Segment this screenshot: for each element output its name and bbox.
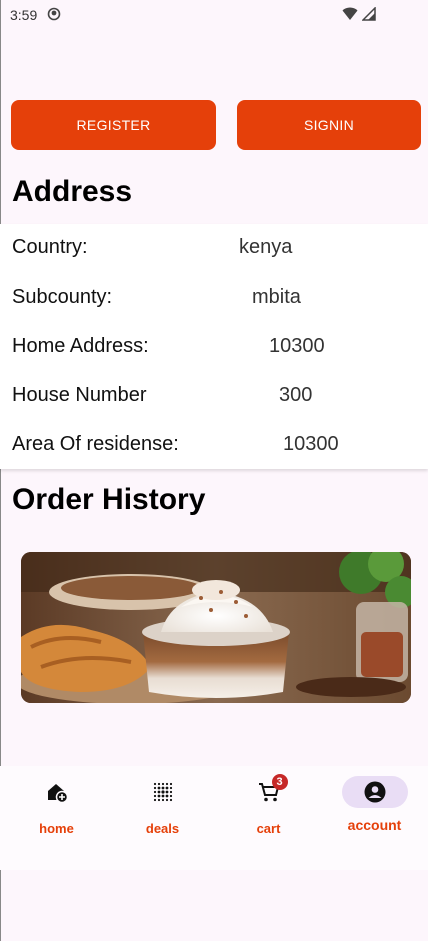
- address-label: House Number: [12, 384, 147, 406]
- nav-item-deals[interactable]: deals: [109, 776, 216, 846]
- cart-icon: 3: [237, 774, 301, 808]
- address-title: Address: [12, 175, 133, 208]
- bottom-navigation: home deals 3 cart account: [0, 766, 428, 870]
- status-time: 3:59: [10, 7, 38, 23]
- address-value: 10300: [269, 335, 325, 357]
- status-bar: 3:59: [0, 0, 428, 30]
- address-label: Home Address:: [12, 335, 149, 357]
- signin-button[interactable]: SIGNIN: [237, 100, 421, 150]
- address-value: kenya: [239, 236, 293, 258]
- dots-grid-icon: [131, 776, 195, 808]
- address-value: 10300: [283, 433, 339, 455]
- address-row-house-number: House Number 300: [0, 384, 428, 408]
- address-value: mbita: [252, 286, 301, 308]
- order-image[interactable]: [21, 552, 411, 703]
- address-label: Area Of residense:: [12, 433, 179, 455]
- cart-badge: 3: [271, 774, 288, 790]
- address-row-country: Country: kenya: [0, 236, 428, 260]
- nav-label-cart: cart: [256, 821, 281, 836]
- nav-item-account[interactable]: account: [321, 776, 428, 846]
- nav-label-account: account: [347, 817, 402, 833]
- home-add-icon: [25, 776, 89, 808]
- address-label: Subcounty:: [12, 286, 113, 308]
- address-card: Country: kenya Subcounty: mbita Home Add…: [0, 224, 428, 469]
- account-icon: [341, 776, 408, 808]
- order-history-title: Order History: [12, 483, 206, 516]
- address-row-home-address: Home Address: 10300: [0, 335, 428, 359]
- address-row-area: Area Of residense: 10300: [0, 433, 428, 457]
- address-row-subcounty: Subcounty: mbita: [0, 286, 428, 310]
- status-icons: [342, 5, 376, 24]
- nav-item-home[interactable]: home: [3, 776, 110, 846]
- nav-label-home: home: [39, 821, 74, 836]
- nav-label-deals: deals: [145, 821, 180, 836]
- address-value: 300: [279, 384, 313, 406]
- register-button[interactable]: REGISTER: [11, 100, 216, 150]
- address-label: Country:: [12, 236, 88, 258]
- nav-item-cart[interactable]: 3 cart: [215, 774, 322, 846]
- wifi-icon: [342, 7, 358, 24]
- signal-icon: [361, 5, 376, 24]
- notification-icon: [47, 7, 61, 24]
